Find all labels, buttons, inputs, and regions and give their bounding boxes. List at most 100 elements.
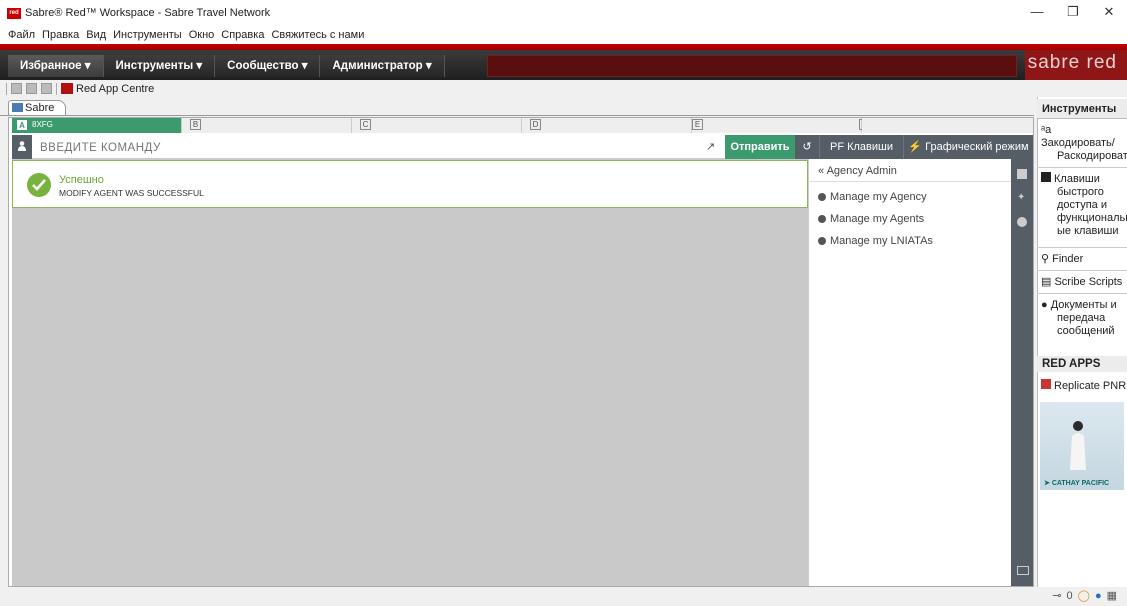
wand-icon: ⚡ [908,141,926,153]
red-apps-header: RED APPS [1037,356,1127,372]
checkmark-icon [27,173,51,197]
menu-edit[interactable]: Правка [42,29,79,41]
tab-sabre[interactable]: Sabre [8,100,66,116]
success-message: Успешно MODIFY AGENT WAS SUCCESSFUL [12,160,808,208]
work-area-letter: C [360,119,371,130]
finder-label: Finder [1052,253,1084,265]
divider [1037,270,1127,271]
message-count: 0 [1066,589,1073,602]
command-input[interactable] [40,140,700,156]
ad-brand-icon: ➤ [1044,480,1052,487]
replicate-pnr-app[interactable]: Replicate PNR [1041,379,1126,393]
play-circle-icon [818,215,826,223]
nav-administrator[interactable]: Администратор ▾ [320,55,445,77]
popout-icon[interactable]: ↗ [706,140,718,153]
work-area-tab-f[interactable] [862,118,1033,133]
sabre-red-logo-icon: red [7,7,21,19]
sabre-red-workspace: red Sabre® Red™ Workspace - Sabre Travel… [0,0,1127,606]
menu-window[interactable]: Окно [189,29,215,41]
manage-agents-link[interactable]: Manage my Agents [818,213,924,225]
tools-header: Инструменты [1037,99,1127,119]
copy-icon[interactable] [26,83,37,94]
work-area-tab-a[interactable]: A 8XFG [12,118,182,133]
user-button[interactable] [12,135,32,159]
play-circle-icon [818,237,826,245]
hotkeys-line-5: ые клавиши [1057,225,1119,237]
maximize-button[interactable]: ❐ [1055,0,1091,26]
script-icon: ▤ [1041,276,1055,288]
docs-line-1: Документы и [1050,299,1117,311]
work-area-letter: D [530,119,541,130]
pin-icon[interactable]: ✦ [1017,193,1027,203]
documents-tool[interactable]: ● Документы и передача сообщений [1041,299,1117,338]
minimize-button[interactable]: — [1019,0,1055,26]
brand-area: sabre red [1025,50,1127,80]
play-icon[interactable] [1017,217,1027,227]
play-circle-icon [818,193,826,201]
menu-bar: Файл Правка Вид Инструменты Окно Справка… [0,26,1127,44]
tools-sidebar [1037,97,1127,587]
signal-icon: ⊸ [1052,590,1062,602]
brand-logo: sabre red [1027,52,1117,73]
manage-lniatas-link[interactable]: Manage my LNIATAs [818,235,933,247]
ad-brand-text: CATHAY PACIFIC [1051,480,1110,487]
status-icons: ⊸ 0 ◯ ● ▦ [1052,589,1117,603]
work-area-tab-d[interactable]: D [522,118,692,133]
help-icon[interactable]: ● [1095,590,1102,602]
print-icon[interactable] [11,83,22,94]
scribe-label: Scribe Scripts [1054,276,1123,288]
menu-contact[interactable]: Свяжитесь с нами [271,29,364,41]
title-bar: red Sabre® Red™ Workspace - Sabre Travel… [0,0,1127,26]
tab-sabre-label: Sabre [25,102,55,114]
work-area-tab-c[interactable]: C [352,118,522,133]
ad-brand-logo: ➤ CATHAY PACIFIC [1044,479,1109,487]
work-area-tab-b[interactable]: B [182,118,352,133]
location-pin-icon: ● [1041,299,1051,311]
scribe-scripts-tool[interactable]: ▤ Scribe Scripts [1041,276,1122,289]
work-area-tab-e[interactable]: E F [692,118,870,133]
red-app-centre-link[interactable]: Red App Centre [76,83,154,95]
menu-file[interactable]: Файл [8,29,35,41]
finder-tool[interactable]: ⚲ Finder [1041,253,1083,266]
nav-tools[interactable]: Инструменты ▾ [103,55,216,77]
history-button[interactable]: ↺ [795,135,819,159]
manage-agency-label: Manage my Agency [830,191,927,203]
decode-tool[interactable]: Раскодировать [1057,150,1127,163]
hotkeys-tool[interactable]: Клавиши быстрого доступа и функциональн … [1041,172,1127,238]
menu-tools[interactable]: Инструменты [113,29,182,41]
card-icon[interactable] [1017,566,1029,575]
hotkeys-line-3: доступа и [1057,199,1107,211]
network-icon[interactable]: ▦ [1107,589,1117,602]
success-title: Успешно [59,174,104,186]
hotkeys-line-1: Клавиши [1054,173,1100,185]
hotkey-icon [1041,172,1051,182]
toolbar: Red App Centre [0,80,1127,97]
sync-icon[interactable]: ◯ [1078,589,1090,602]
user-icon [18,141,26,151]
nav-fill-area [487,55,1017,77]
red-app-centre-icon[interactable] [61,83,73,94]
graphic-mode-button[interactable]: ⚡ Графический режим [903,135,1033,159]
menu-help[interactable]: Справка [221,29,264,41]
person-photo [1070,421,1086,470]
pf-keys-button[interactable]: PF Клавиши [819,135,903,159]
hotkeys-line-2: быстрого [1057,186,1104,198]
work-area-tabs: A 8XFG B C D E F [12,118,1033,133]
close-button[interactable]: ✕ [1091,0,1127,26]
toolbar-separator [6,82,7,95]
encode-tool[interactable]: ᵃa Закодировать/ [1041,124,1127,150]
encode-icon: ᵃa [1041,124,1052,136]
divider [1037,293,1127,294]
nav-favorites[interactable]: Избранное ▾ [8,55,104,77]
briefcase-icon[interactable] [1017,169,1027,179]
tab-underline [0,115,1034,116]
send-button[interactable]: Отправить [725,135,795,159]
paste-icon[interactable] [41,83,52,94]
work-area-letter: E [692,119,703,130]
manage-agency-link[interactable]: Manage my Agency [818,191,927,203]
nav-community[interactable]: Сообщество ▾ [215,55,321,77]
command-bar: ↗ Отправить ↺ PF Клавиши ⚡ Графический р… [12,135,1033,159]
menu-view[interactable]: Вид [86,29,106,41]
window-controls: — ❐ ✕ [1019,0,1127,26]
agency-admin-header[interactable]: « Agency Admin [808,161,1011,182]
